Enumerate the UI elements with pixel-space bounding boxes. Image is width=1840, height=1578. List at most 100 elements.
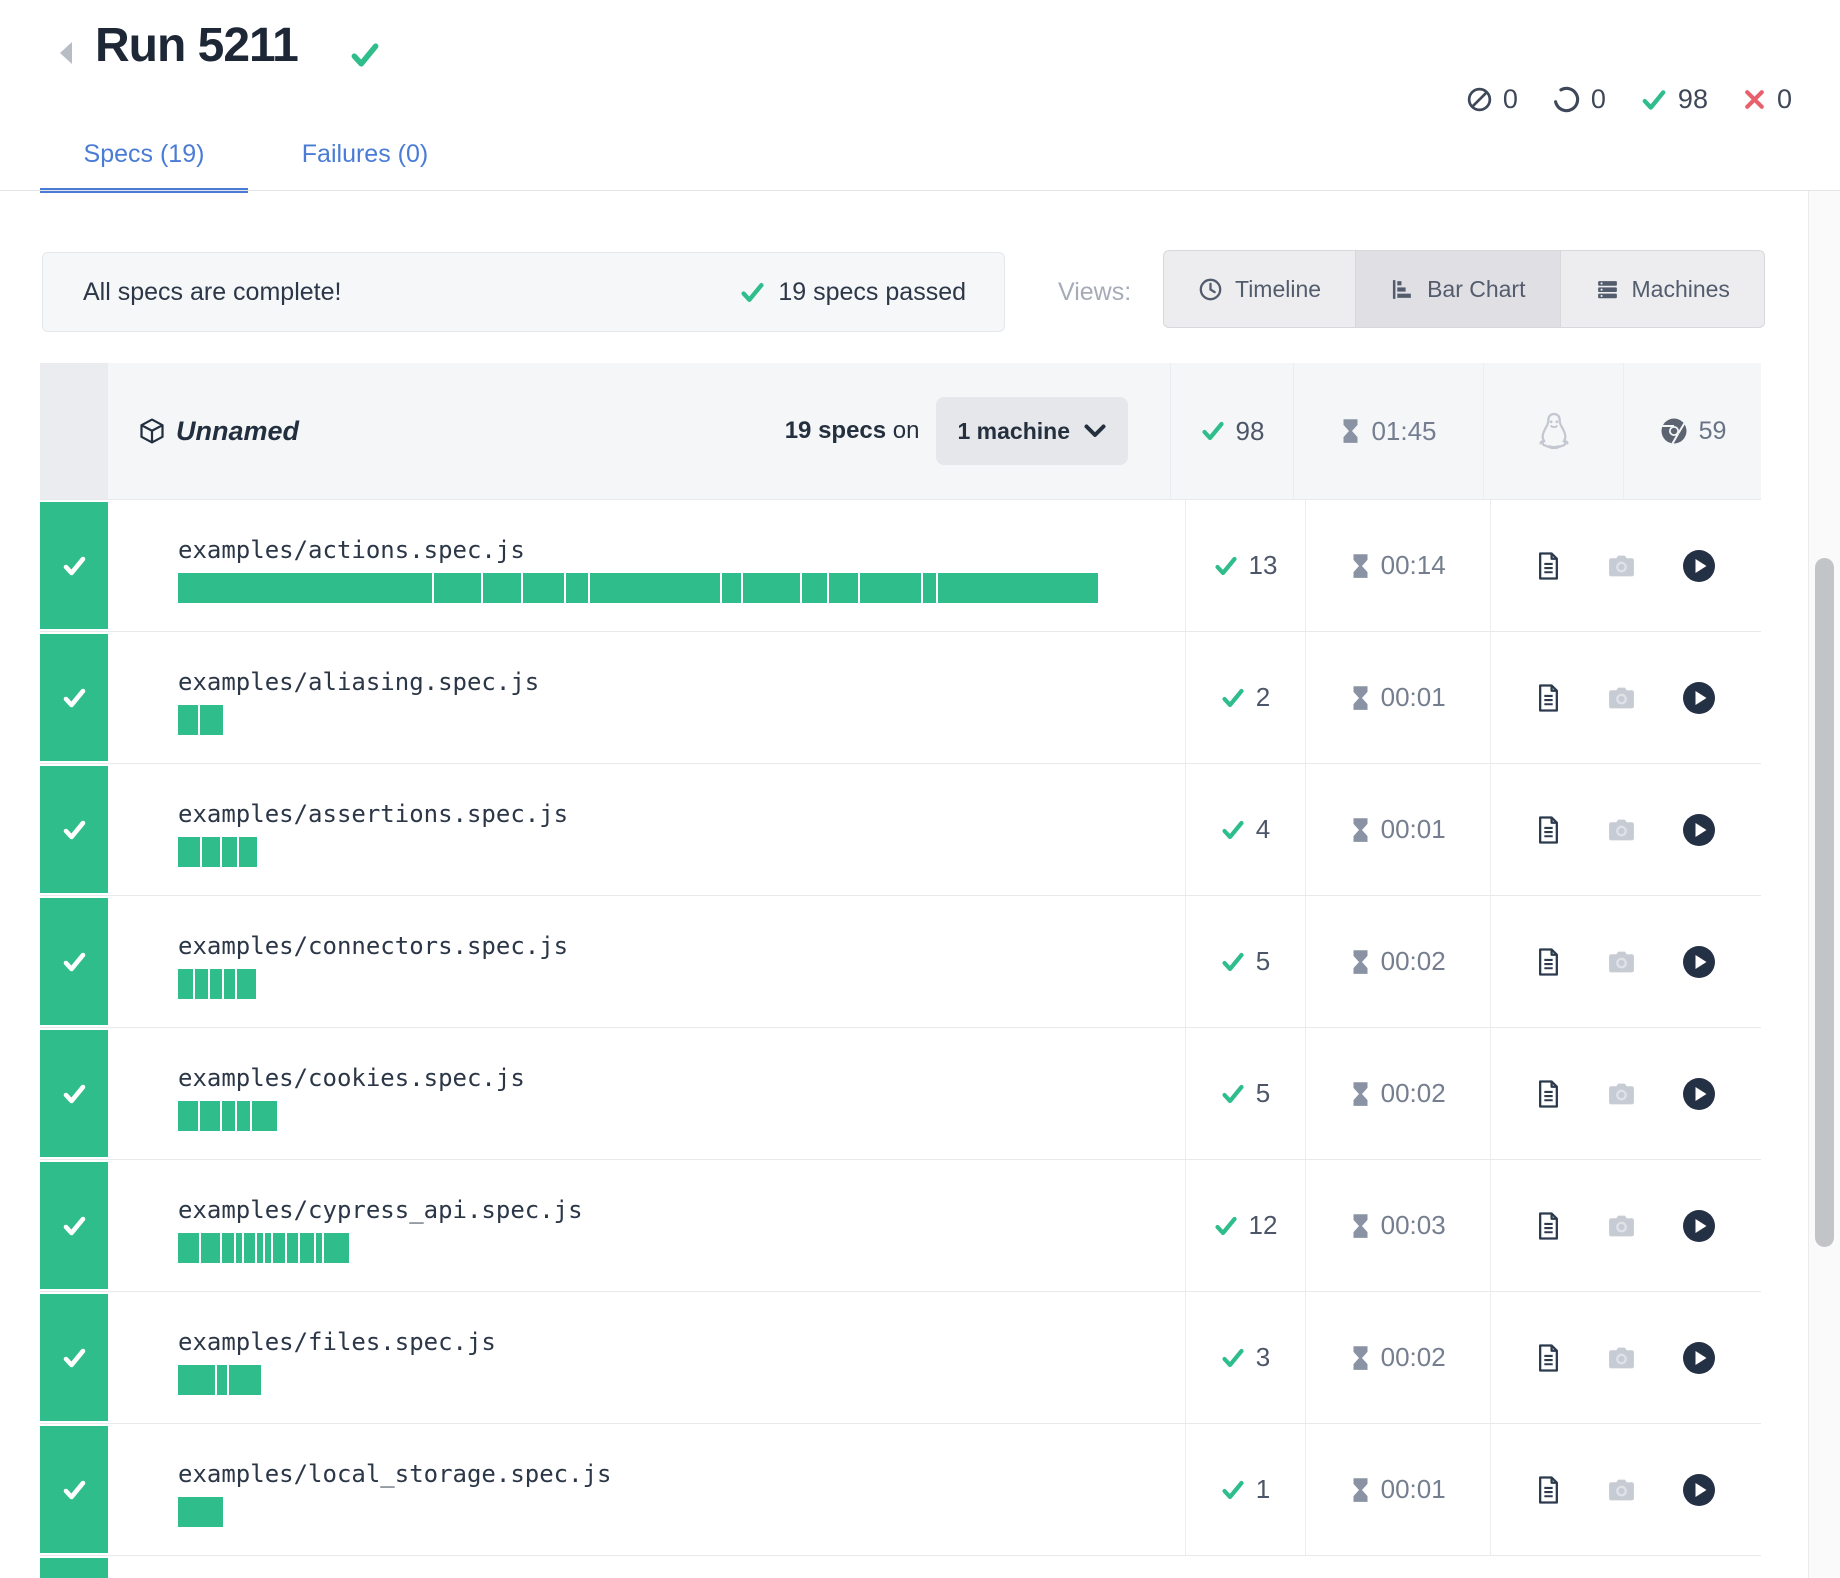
- bar-chart-view-label: Bar Chart: [1427, 276, 1525, 303]
- run-stats: 0 0 98 0: [1466, 84, 1792, 115]
- bar-chart-view-button[interactable]: Bar Chart: [1356, 250, 1560, 328]
- screenshots-icon[interactable]: [1607, 1213, 1636, 1239]
- duration-segment: [239, 837, 257, 867]
- duration-segment: [224, 969, 235, 999]
- stat-pending: 0: [1552, 84, 1606, 115]
- spec-row-content: examples/cookies.spec.js: [40, 1028, 1185, 1159]
- duration-segment: [178, 705, 198, 735]
- screenshots-icon[interactable]: [1607, 949, 1636, 975]
- check-icon: [61, 1214, 88, 1238]
- check-icon: [1220, 1082, 1246, 1106]
- group-os-cell: [1483, 363, 1623, 499]
- stdout-icon[interactable]: [1536, 1211, 1561, 1241]
- spec-duration-cell: 00:14: [1305, 500, 1490, 631]
- play-video-icon[interactable]: [1682, 1209, 1716, 1243]
- spec-passed-count: 4: [1256, 814, 1270, 845]
- chevron-left-icon: [57, 40, 75, 66]
- spec-actions-cell: [1490, 1292, 1761, 1423]
- spec-passed-count: 5: [1256, 946, 1270, 977]
- spec-passed-count: 12: [1249, 1210, 1278, 1241]
- stdout-icon[interactable]: [1536, 551, 1561, 581]
- screenshots-icon[interactable]: [1607, 817, 1636, 843]
- group-duration-cell: 01:45: [1293, 363, 1483, 499]
- spec-row[interactable]: examples/local_storage.spec.js 1 00:01: [40, 1423, 1761, 1555]
- group-passed-cell: 98: [1170, 363, 1293, 499]
- machine-dropdown-button[interactable]: 1 machine: [936, 397, 1129, 465]
- duration-segment: [200, 1101, 220, 1131]
- play-video-icon[interactable]: [1682, 813, 1716, 847]
- spec-row[interactable]: examples/connectors.spec.js 5 00:02: [40, 895, 1761, 1027]
- spec-actions-cell: [1490, 1028, 1761, 1159]
- collapse-group-button[interactable]: [40, 363, 108, 499]
- duration-segment: [210, 969, 222, 999]
- spec-row[interactable]: examples/assertions.spec.js 4 00:01: [40, 763, 1761, 895]
- screenshots-icon[interactable]: [1607, 1345, 1636, 1371]
- spec-status-passed: [40, 1558, 108, 1578]
- spec-row[interactable]: examples/files.spec.js 3 00:02: [40, 1291, 1761, 1423]
- tab-specs[interactable]: Specs (19): [40, 140, 248, 193]
- spec-row[interactable]: examples/aliasing.spec.js 2 00:01: [40, 631, 1761, 763]
- spec-passed-cell: 3: [1185, 1292, 1305, 1423]
- duration-segment: [244, 1233, 255, 1263]
- bar-chart-icon: [1390, 277, 1415, 302]
- stat-failed-count: 0: [1777, 84, 1792, 115]
- spec-status-passed: [40, 1426, 108, 1553]
- stdout-icon[interactable]: [1536, 683, 1561, 713]
- play-video-icon[interactable]: [1682, 1341, 1716, 1375]
- play-video-icon[interactable]: [1682, 549, 1716, 583]
- spec-row-content: examples/cypress_api.spec.js: [40, 1160, 1185, 1291]
- play-video-icon[interactable]: [1682, 945, 1716, 979]
- spec-actions-cell: [1490, 632, 1761, 763]
- page-title: Run 5211: [95, 18, 298, 73]
- scrollbar-track[interactable]: [1808, 191, 1840, 1578]
- tab-failures[interactable]: Failures (0): [270, 140, 460, 193]
- play-video-icon[interactable]: [1682, 1077, 1716, 1111]
- timeline-view-button[interactable]: Timeline: [1163, 250, 1356, 328]
- spec-status-passed: [40, 766, 108, 893]
- duration-segment: [566, 573, 588, 603]
- chrome-icon: [1659, 416, 1689, 446]
- banner-passed-text: 19 specs passed: [778, 278, 966, 307]
- stat-pending-count: 0: [1591, 84, 1606, 115]
- duration-segment: [802, 573, 827, 603]
- stdout-icon[interactable]: [1536, 1079, 1561, 1109]
- spec-duration-cell: 00:02: [1305, 896, 1490, 1027]
- spec-status-passed: [40, 502, 108, 629]
- spec-duration: 00:14: [1381, 550, 1446, 581]
- spec-actions-cell: [1490, 764, 1761, 895]
- clock-icon: [1198, 277, 1223, 302]
- scrollbar-thumb[interactable]: [1815, 558, 1834, 1247]
- screenshots-icon[interactable]: [1607, 553, 1636, 579]
- duration-segment: [252, 1101, 277, 1131]
- stdout-icon[interactable]: [1536, 815, 1561, 845]
- views-button-group: Timeline Bar Chart Machines: [1163, 250, 1765, 328]
- group-header-content: Unnamed 19 specs on 1 machine: [108, 363, 1170, 499]
- spec-row[interactable]: examples/cypress_api.spec.js 12 00:03: [40, 1159, 1761, 1291]
- screenshots-icon[interactable]: [1607, 685, 1636, 711]
- spec-duration-bar: [178, 1365, 1185, 1395]
- spec-actions-cell: [1490, 896, 1761, 1027]
- check-icon: [61, 1082, 88, 1106]
- back-button[interactable]: [52, 36, 80, 70]
- play-video-icon[interactable]: [1682, 681, 1716, 715]
- check-icon: [739, 280, 766, 305]
- play-video-icon[interactable]: [1682, 1473, 1716, 1507]
- run-page: Run 5211 0 0 98 0: [0, 0, 1840, 1578]
- screenshots-icon[interactable]: [1607, 1477, 1636, 1503]
- stdout-icon[interactable]: [1536, 1475, 1561, 1505]
- spec-duration-bar: [178, 1233, 1185, 1263]
- duration-segment: [265, 1233, 271, 1263]
- spec-row[interactable]: examples/cookies.spec.js 5 00:02: [40, 1027, 1761, 1159]
- duration-segment: [222, 1233, 234, 1263]
- machines-view-button[interactable]: Machines: [1561, 250, 1765, 328]
- spec-row[interactable]: examples/actions.spec.js 13 00:14: [40, 499, 1761, 631]
- spec-actions-cell: [1490, 500, 1761, 631]
- stdout-icon[interactable]: [1536, 1343, 1561, 1373]
- spec-passed-count: 1: [1256, 1474, 1270, 1505]
- spec-name: examples/assertions.spec.js: [178, 800, 1185, 828]
- timeline-view-label: Timeline: [1235, 276, 1321, 303]
- spec-duration-cell: 00:01: [1305, 764, 1490, 895]
- duration-segment: [743, 573, 800, 603]
- screenshots-icon[interactable]: [1607, 1081, 1636, 1107]
- stdout-icon[interactable]: [1536, 947, 1561, 977]
